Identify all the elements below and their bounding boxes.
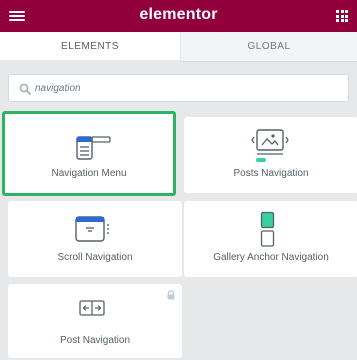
- search-input[interactable]: [35, 79, 335, 97]
- panel-tabs: ELEMENTS GLOBAL: [0, 32, 357, 62]
- scroll-navigation-icon: [75, 216, 109, 242]
- elementor-logo: elementor: [139, 6, 218, 23]
- widget-post-navigation[interactable]: Post Navigation: [8, 284, 182, 358]
- post-navigation-icon: [79, 300, 105, 316]
- nav-menu-icon: [76, 136, 111, 160]
- widget-scroll-navigation[interactable]: Scroll Navigation: [8, 201, 182, 277]
- widget-label: Scroll Navigation: [57, 252, 133, 263]
- gallery-anchor-icon: [260, 211, 275, 247]
- widget-posts-navigation[interactable]: Posts Navigation: [184, 117, 357, 193]
- widget-label: Gallery Anchor Navigation: [213, 252, 329, 263]
- tab-global[interactable]: GLOBAL: [180, 32, 357, 62]
- lock-icon: [167, 290, 175, 300]
- editor-header: elementor: [0, 0, 357, 32]
- widget-label: Post Navigation: [59, 335, 131, 346]
- widget-gallery-anchor-navigation[interactable]: Gallery Anchor Navigation: [184, 201, 357, 277]
- search-box: [8, 74, 349, 102]
- tab-elements[interactable]: ELEMENTS: [0, 32, 180, 62]
- widget-navigation-menu[interactable]: Navigation Menu: [2, 111, 176, 196]
- search-icon: [19, 83, 31, 95]
- posts-navigation-icon: [251, 129, 289, 162]
- widget-label: Posts Navigation: [233, 168, 309, 179]
- widget-label: Navigation Menu: [51, 168, 127, 179]
- grid-icon[interactable]: [336, 10, 348, 22]
